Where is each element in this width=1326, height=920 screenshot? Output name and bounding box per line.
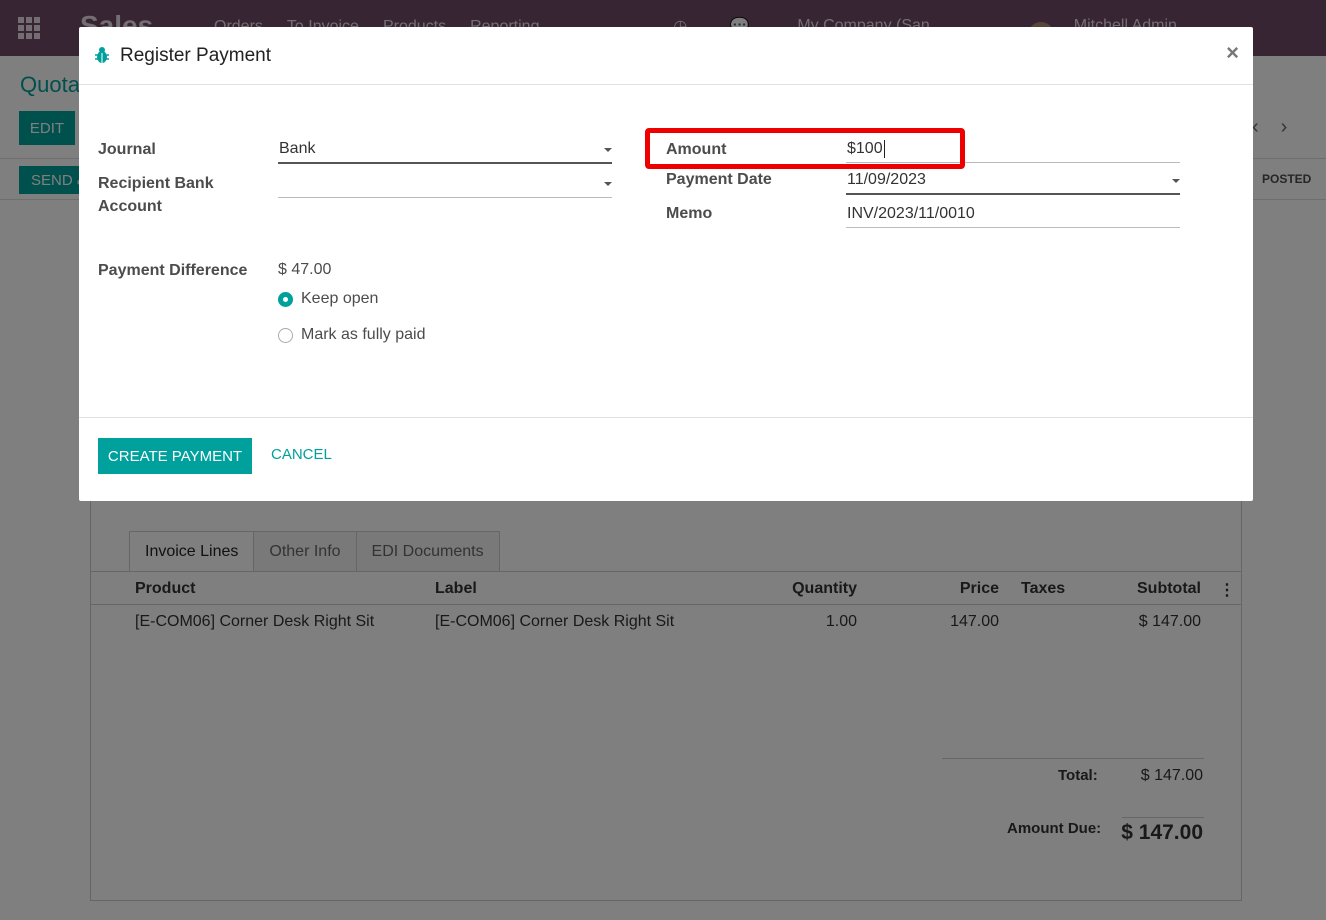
memo-input[interactable]: INV/2023/11/0010 <box>846 200 1180 228</box>
journal-field[interactable]: Bank <box>278 136 612 164</box>
journal-value: Bank <box>279 140 316 157</box>
dialog-footer: CREATE PAYMENT CANCEL <box>79 417 1253 501</box>
recipient-bank-label-line2: Account <box>98 198 162 215</box>
dialog-title: Register Payment <box>120 45 272 66</box>
payment-difference-label: Payment Difference <box>98 262 248 279</box>
dialog-header: Register Payment × <box>79 27 1253 85</box>
payment-date-label: Payment Date <box>666 171 772 188</box>
chevron-down-icon <box>604 182 612 186</box>
close-icon[interactable]: × <box>1226 42 1239 64</box>
create-payment-button[interactable]: CREATE PAYMENT <box>98 438 252 474</box>
recipient-bank-label-line1: Recipient Bank <box>98 175 214 192</box>
memo-value: INV/2023/11/0010 <box>847 204 975 222</box>
recipient-bank-label: Recipient Bank Account <box>98 172 214 218</box>
keep-open-label: Keep open <box>301 290 379 307</box>
amount-highlight <box>645 128 965 169</box>
keep-open-option[interactable]: Keep open <box>278 290 378 308</box>
journal-label: Journal <box>98 141 156 158</box>
payment-date-field[interactable]: 11/09/2023 <box>846 167 1180 195</box>
mark-fully-paid-label: Mark as fully paid <box>301 326 426 343</box>
register-payment-dialog: Register Payment × Journal Bank Recipien… <box>79 27 1253 501</box>
chevron-down-icon <box>604 148 612 152</box>
cancel-button[interactable]: CANCEL <box>271 446 332 463</box>
payment-difference-value: $ 47.00 <box>278 261 332 278</box>
chevron-down-icon <box>1172 179 1180 183</box>
bug-icon <box>95 47 109 63</box>
radio-checked-icon[interactable] <box>278 291 293 307</box>
recipient-bank-field[interactable] <box>278 170 612 198</box>
mark-fully-paid-option[interactable]: Mark as fully paid <box>278 326 426 344</box>
memo-label: Memo <box>666 205 713 222</box>
payment-date-value: 11/09/2023 <box>847 171 926 188</box>
radio-unchecked-icon[interactable] <box>278 327 293 343</box>
